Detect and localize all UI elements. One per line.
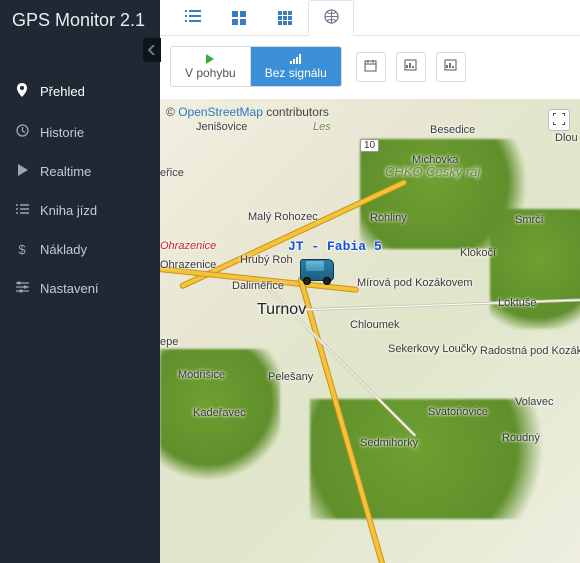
place-label: Mírová pod Kozákovem xyxy=(357,277,427,289)
place-label: Roudný xyxy=(502,432,540,444)
sidebar-item-costs[interactable]: $ Náklady xyxy=(0,230,160,269)
tab-list-view[interactable] xyxy=(170,0,216,35)
view-tabs xyxy=(160,0,580,36)
place-label: eřice xyxy=(160,167,184,179)
bar-chart-icon xyxy=(444,59,457,74)
place-label: Rohliny xyxy=(370,212,407,224)
sidebar-collapse-button[interactable] xyxy=(143,38,161,62)
main: V pohybu Bez signálu xyxy=(160,0,580,563)
sidebar-item-label: Realtime xyxy=(40,164,91,179)
globe-icon xyxy=(324,9,339,27)
sidebar-item-label: Přehled xyxy=(40,84,85,99)
place-label: Besedice xyxy=(430,124,475,136)
area-label: CHKO Český ráj xyxy=(385,164,485,179)
place-label: Michovka xyxy=(412,154,458,166)
place-label: Sekerkovy Loučky xyxy=(388,343,448,355)
sidebar-item-logbook[interactable]: Kniha jízd xyxy=(0,191,160,230)
dollar-icon: $ xyxy=(14,242,30,257)
pin-icon xyxy=(14,83,30,100)
signal-icon xyxy=(290,53,301,65)
filter-moving-button[interactable]: V pohybu xyxy=(171,47,250,86)
sidebar-item-label: Náklady xyxy=(40,242,87,257)
sidebar: GPS Monitor 2.1 Přehled Historie xyxy=(0,0,160,563)
road-shield: 10 xyxy=(360,139,379,152)
list-icon xyxy=(185,10,201,25)
forest-area xyxy=(490,209,580,329)
map[interactable]: 10 Turnov CHKO Český ráj Jenišovice Les … xyxy=(160,99,580,563)
list-icon xyxy=(14,203,30,218)
tab-map-view[interactable] xyxy=(308,0,354,36)
place-label: Jenišovice xyxy=(196,121,247,133)
map-attribution: © OpenStreetMap contributors xyxy=(166,105,329,119)
sidebar-item-realtime[interactable]: Realtime xyxy=(0,152,160,191)
fullscreen-icon xyxy=(553,113,565,128)
clock-icon xyxy=(14,124,30,140)
play-icon xyxy=(14,164,30,179)
filter-moving-label: V pohybu xyxy=(185,67,236,80)
place-label: Daliměřice xyxy=(232,280,284,292)
calendar-button[interactable] xyxy=(356,52,386,82)
grid-large-icon xyxy=(232,11,246,25)
app-root: GPS Monitor 2.1 Přehled Historie xyxy=(0,0,580,563)
sliders-icon xyxy=(14,281,30,296)
chart-button-1[interactable] xyxy=(396,52,426,82)
attribution-prefix: © xyxy=(166,105,178,119)
tab-grid-small[interactable] xyxy=(262,0,308,35)
sidebar-item-label: Kniha jízd xyxy=(40,203,97,218)
sidebar-item-settings[interactable]: Nastavení xyxy=(0,269,160,308)
place-label: Ohrazenice xyxy=(160,240,216,252)
place-label: Volavec xyxy=(515,396,554,408)
place-label: Smrčí xyxy=(515,214,544,226)
filter-nosignal-button[interactable]: Bez signálu xyxy=(250,47,341,86)
tab-grid-large[interactable] xyxy=(216,0,262,35)
place-label: Chloumek xyxy=(350,319,400,331)
place-label: epe xyxy=(160,336,178,348)
place-label: Ohrazenice xyxy=(160,259,216,271)
place-label: Loktuše xyxy=(498,297,537,309)
vehicle-label: JT - Fabia 5 xyxy=(288,239,382,254)
attribution-suffix: contributors xyxy=(263,105,329,119)
play-icon xyxy=(205,53,215,65)
place-label: Hrubý Roh xyxy=(240,254,293,266)
sidebar-item-label: Historie xyxy=(40,125,84,140)
place-label: Svatoňovice xyxy=(428,406,488,418)
place-label: Klokočí xyxy=(460,247,496,259)
bar-chart-icon xyxy=(404,59,417,74)
attribution-link[interactable]: OpenStreetMap xyxy=(178,105,263,119)
map-container: 10 Turnov CHKO Český ráj Jenišovice Les … xyxy=(160,99,580,563)
place-label: Modřišice xyxy=(178,369,225,381)
place-label: Les xyxy=(313,121,331,133)
sidebar-item-label: Nastavení xyxy=(40,281,99,296)
place-label: Pelešany xyxy=(268,371,313,383)
place-label: Malý Rohozec xyxy=(248,211,318,223)
filter-nosignal-label: Bez signálu xyxy=(265,67,327,80)
toolbar: V pohybu Bez signálu xyxy=(160,36,580,99)
place-label: Dlou xyxy=(555,132,578,144)
sidebar-item-history[interactable]: Historie xyxy=(0,112,160,152)
fullscreen-button[interactable] xyxy=(548,109,570,131)
chart-button-2[interactable] xyxy=(436,52,466,82)
app-title: GPS Monitor 2.1 xyxy=(0,0,160,47)
place-label: Radostná pod Kozákovem xyxy=(480,345,560,357)
place-label: Turnov xyxy=(257,301,306,319)
place-label: Kadeřavec xyxy=(193,407,246,419)
status-filter-group: V pohybu Bez signálu xyxy=(170,46,342,87)
place-label: Sedmihorky xyxy=(360,437,418,449)
grid-small-icon xyxy=(278,11,292,25)
calendar-icon xyxy=(364,59,377,75)
sidebar-item-overview[interactable]: Přehled xyxy=(0,71,160,112)
sidebar-nav: Přehled Historie Realtime Kniha jízd xyxy=(0,71,160,308)
vehicle-marker[interactable] xyxy=(300,259,334,281)
